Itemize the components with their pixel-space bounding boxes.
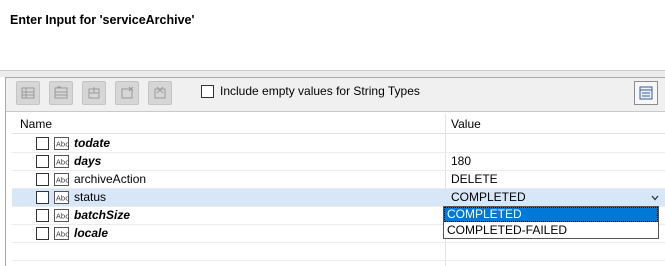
row-name: archiveAction <box>74 172 147 186</box>
table-row[interactable]: Abc todate <box>12 135 665 153</box>
svg-text:Abc: Abc <box>56 231 69 239</box>
dropdown-option-completed[interactable]: COMPLETED <box>444 207 658 222</box>
row-name: locale <box>74 226 109 240</box>
status-dropdown-list[interactable]: COMPLETED COMPLETED-FAILED <box>443 206 659 239</box>
input-table: Name Value Abc todate Abc days 180 Abc a… <box>12 114 665 266</box>
move-down-button[interactable] <box>115 81 139 105</box>
move-down-icon <box>121 86 134 99</box>
string-type-icon: Abc <box>54 155 69 168</box>
svg-text:Abc: Abc <box>56 159 69 167</box>
dialog-header: Enter Input for 'serviceArchive' <box>0 0 665 71</box>
string-type-icon: Abc <box>54 137 69 150</box>
row-checkbox[interactable] <box>36 137 49 150</box>
row-value[interactable]: 180 <box>451 154 471 168</box>
row-checkbox[interactable] <box>36 173 49 186</box>
row-checkbox[interactable] <box>36 191 49 204</box>
layout-toggle-button[interactable] <box>634 81 658 105</box>
table-row[interactable]: Abc archiveAction DELETE <box>12 171 665 189</box>
chevron-down-icon[interactable] <box>650 193 660 203</box>
svg-text:Abc: Abc <box>56 177 69 185</box>
svg-text:Abc: Abc <box>56 195 69 203</box>
row-value[interactable]: DELETE <box>451 172 498 186</box>
row-name: todate <box>74 136 110 150</box>
dropdown-option-completed-failed[interactable]: COMPLETED-FAILED <box>444 223 658 238</box>
row-checkbox[interactable] <box>36 227 49 240</box>
svg-text:Abc: Abc <box>56 213 69 221</box>
string-type-icon: Abc <box>54 209 69 222</box>
clear-icon <box>154 86 166 99</box>
status-combo-value[interactable]: COMPLETED <box>451 190 526 204</box>
remove-row-button[interactable] <box>49 81 73 105</box>
row-name: batchSize <box>74 208 131 222</box>
remove-row-icon <box>54 86 68 99</box>
string-type-icon: Abc <box>54 173 69 186</box>
row-name: days <box>74 154 102 168</box>
include-empty-checkbox[interactable] <box>201 85 214 98</box>
column-header-name[interactable]: Name <box>20 117 52 131</box>
include-empty-label: Include empty values for String Types <box>220 84 420 98</box>
table-row-selected[interactable]: Abc status COMPLETED <box>12 189 665 207</box>
dialog-title: Enter Input for 'serviceArchive' <box>10 13 195 27</box>
row-checkbox[interactable] <box>36 155 49 168</box>
string-type-icon: Abc <box>54 227 69 240</box>
add-row-button[interactable] <box>16 81 40 105</box>
string-type-icon: Abc <box>54 191 69 204</box>
table-header: Name Value <box>12 114 665 134</box>
row-checkbox[interactable] <box>36 209 49 222</box>
table-layout-icon <box>639 86 653 100</box>
table-row[interactable]: Abc days 180 <box>12 153 665 171</box>
row-name: status <box>74 190 107 204</box>
toolbar: Include empty values for String Types <box>6 78 665 112</box>
move-up-button[interactable] <box>82 81 106 105</box>
svg-text:Abc: Abc <box>56 141 69 149</box>
column-header-value[interactable]: Value <box>451 117 481 131</box>
add-row-icon <box>21 87 35 99</box>
table-row-empty <box>12 243 665 261</box>
move-up-icon <box>88 87 100 99</box>
clear-button[interactable] <box>148 81 172 105</box>
